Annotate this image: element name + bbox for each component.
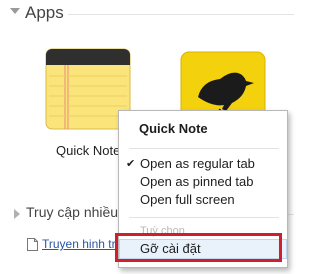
document-icon — [27, 238, 38, 251]
context-menu-title: Quick Note — [139, 121, 208, 136]
menu-item-open-full-screen[interactable]: Open full screen — [119, 192, 287, 209]
most-visited-title: Truy cập nhiều — [26, 204, 119, 220]
menu-divider — [129, 148, 279, 149]
menu-item-uninstall[interactable]: Gỡ cài đặt — [119, 239, 287, 259]
app-label-quick-note[interactable]: Quick Note — [56, 143, 120, 158]
menu-divider — [129, 217, 279, 218]
expand-arrow-icon[interactable] — [14, 209, 20, 219]
app-context-menu: Quick Note ✔ Open as regular tab Open as… — [118, 110, 288, 268]
checkmark-icon: ✔ — [126, 158, 136, 170]
apps-section-title: Apps — [25, 3, 64, 22]
menu-item-open-regular-tab[interactable]: ✔ Open as regular tab — [119, 156, 287, 173]
recent-link-text[interactable]: Truyen hinh tr — [42, 237, 116, 251]
collapse-arrow-icon[interactable] — [10, 8, 20, 14]
menu-item-open-pinned-tab[interactable]: Open as pinned tab — [119, 174, 287, 191]
section-divider — [68, 14, 294, 15]
apps-section-header: Apps — [0, 0, 294, 28]
